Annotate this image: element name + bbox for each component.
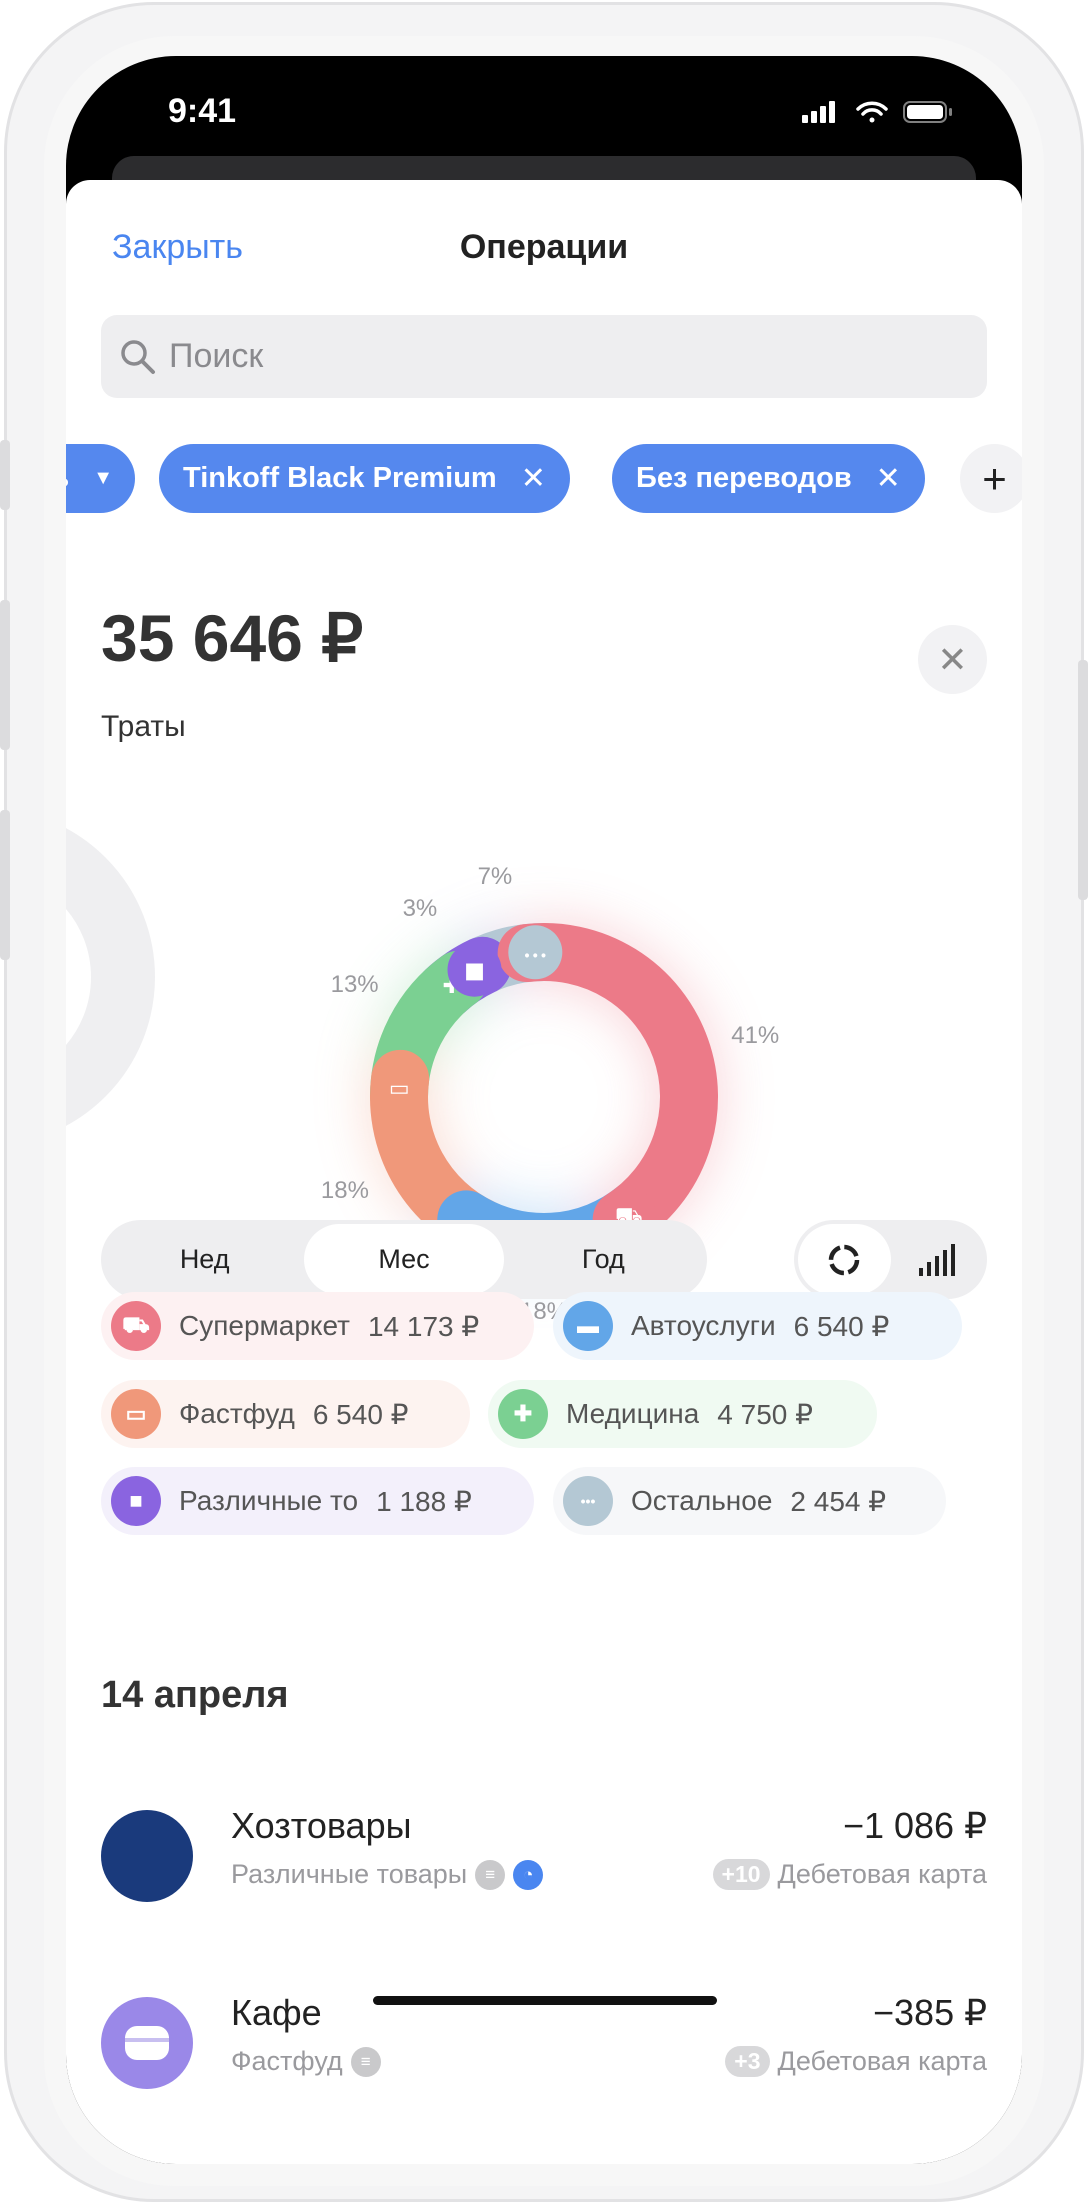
add-filter-button[interactable]: +	[960, 444, 1022, 513]
pie-chart-icon: ◔	[513, 1859, 544, 1890]
burger-icon: ▭	[372, 1060, 427, 1115]
search-input[interactable]: Поиск	[101, 315, 987, 398]
category-amount: 14 173 ₽	[367, 1310, 480, 1342]
cart-icon: ⛟	[111, 1301, 161, 1351]
transaction-amount: −1 086 ₽	[842, 1805, 987, 1846]
screen: 9:41 Закрыть Операции Поиск ь▼ Tinkoff B…	[66, 56, 1022, 2164]
previous-period-donut	[66, 828, 155, 1126]
search-icon	[121, 339, 155, 374]
transaction-category: Различные товары ≡ ◔	[231, 1859, 544, 1890]
category-chip[interactable]: ■ Различные то 1 188 ₽	[101, 1467, 534, 1535]
total-amount: 35 646 ₽	[101, 601, 364, 675]
svg-text:▭: ▭	[389, 1076, 410, 1101]
transaction-title: Кафе	[231, 1992, 322, 2033]
total-label: Траты	[101, 710, 186, 743]
category-amount: 2 454 ₽	[790, 1485, 887, 1517]
percent-label: 3%	[402, 895, 438, 923]
category-name: Автоуслуги	[631, 1310, 776, 1341]
signal-icon	[802, 101, 835, 123]
cross-icon: ✚	[498, 1389, 548, 1439]
operations-sheet: Закрыть Операции Поиск ь▼ Tinkoff Black …	[66, 180, 1022, 2164]
remove-filter-icon[interactable]: ✕	[521, 461, 546, 496]
category-chip[interactable]: ✚ Медицина 4 750 ₽	[488, 1380, 877, 1448]
mute-switch	[0, 440, 10, 510]
period-week[interactable]: Нед	[105, 1224, 304, 1295]
filter-chip-transfers[interactable]: Без переводов ✕	[612, 444, 925, 513]
percent-label: 41%	[731, 1021, 780, 1049]
bar-chart-icon	[918, 1243, 955, 1276]
transaction-title: Хозтовары	[231, 1805, 412, 1846]
battery-icon	[903, 101, 952, 123]
reset-filter-button[interactable]: ✕	[918, 625, 987, 694]
burger-icon: ▭	[111, 1389, 161, 1439]
volume-up-button	[0, 600, 10, 750]
plus-icon: +	[982, 454, 1007, 502]
merchant-avatar	[101, 1997, 193, 2089]
period-selector: Нед Мес Год	[101, 1220, 707, 1299]
burger-icon	[125, 2026, 169, 2060]
donut-icon	[829, 1244, 860, 1275]
receipt-icon: ≡	[350, 2046, 381, 2077]
filter-chip-card[interactable]: Tinkoff Black Premium ✕	[159, 444, 570, 513]
remove-filter-icon[interactable]: ✕	[876, 461, 901, 496]
percent-label: 13%	[330, 971, 379, 998]
donut-view-button[interactable]	[798, 1224, 891, 1295]
category-chip[interactable]: ▭ Фастфуд 6 540 ₽	[101, 1380, 470, 1448]
home-indicator[interactable]	[373, 1996, 717, 2005]
box-icon: ■	[111, 1476, 161, 1526]
date-header: 14 апреля	[101, 1674, 289, 1716]
category-name: Супермаркет	[179, 1310, 350, 1341]
category-chip[interactable]: ▬ Автоуслуги 6 540 ₽	[553, 1292, 962, 1360]
status-time: 9:41	[168, 92, 237, 130]
filter-chip-period[interactable]: ь▼	[66, 444, 135, 513]
svg-text:■: ■	[464, 959, 485, 984]
transaction-card: +3 Дебетовая карта	[725, 2046, 987, 2077]
category-amount: 1 188 ₽	[376, 1485, 472, 1517]
box-icon: ■	[447, 942, 502, 997]
status-icons	[802, 101, 952, 123]
svg-text:•••: •••	[523, 948, 548, 964]
close-icon: ✕	[937, 638, 968, 680]
dots-icon: •••	[563, 1476, 613, 1526]
period-month[interactable]: Мес	[304, 1224, 504, 1295]
transaction-row[interactable]: Хозтовары Различные товары ≡ ◔ −1 086 ₽ …	[101, 1801, 987, 1911]
percent-label: 7%	[477, 863, 513, 891]
power-button	[1078, 660, 1088, 900]
period-year[interactable]: Год	[504, 1224, 703, 1295]
category-label: Различные товары	[231, 1859, 468, 1889]
category-chip[interactable]: ••• Остальное 2 454 ₽	[553, 1467, 946, 1535]
card-label: Дебетовая карта	[777, 1859, 987, 1889]
car-icon: ▬	[563, 1301, 613, 1351]
category-name: Фастфуд	[179, 1398, 295, 1429]
category-amount: 6 540 ₽	[312, 1398, 409, 1430]
category-amount: 6 540 ₽	[793, 1310, 890, 1342]
filter-label: Tinkoff Black Premium	[183, 462, 497, 494]
page-title: Операции	[459, 228, 629, 266]
search-placeholder: Поиск	[169, 337, 264, 375]
dots-icon: •••	[508, 925, 563, 980]
category-chip[interactable]: ⛟ Супермаркет 14 173 ₽	[101, 1292, 534, 1360]
chart-type-toggle	[794, 1220, 987, 1299]
filter-label: ь	[66, 462, 69, 495]
cashback-badge: +3	[725, 2046, 770, 2077]
wifi-icon	[856, 101, 888, 123]
dropdown-triangle-icon: ▼	[93, 467, 113, 489]
donut-segment-0	[497, 923, 718, 1249]
percent-label: 18%	[320, 1176, 369, 1204]
category-name: Остальное	[631, 1485, 773, 1516]
card-label: Дебетовая карта	[777, 2046, 987, 2076]
receipt-icon: ≡	[475, 1859, 506, 1890]
category-name: Различные то	[179, 1485, 359, 1516]
transaction-category: Фастфуд ≡	[231, 2046, 381, 2077]
filter-label: Без переводов	[636, 462, 852, 494]
merchant-avatar	[101, 1810, 193, 1902]
category-amount: 4 750 ₽	[717, 1398, 813, 1430]
category-label: Фастфуд	[231, 2046, 343, 2076]
bar-view-button[interactable]	[891, 1224, 984, 1295]
category-name: Медицина	[566, 1398, 700, 1429]
cashback-badge: +10	[712, 1859, 770, 1890]
transaction-amount: −385 ₽	[873, 1992, 987, 2033]
transaction-card: +10 Дебетовая карта	[712, 1859, 987, 1890]
volume-down-button	[0, 810, 10, 960]
